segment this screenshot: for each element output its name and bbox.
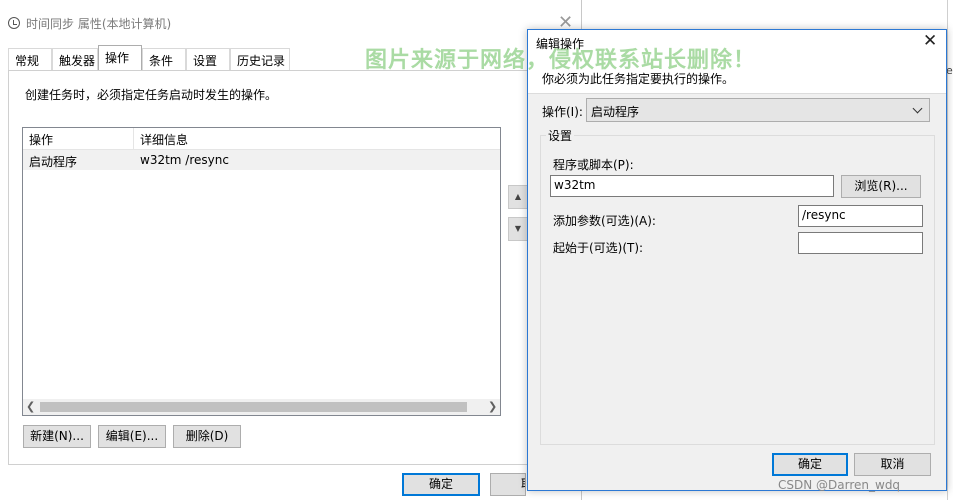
tab-history[interactable]: 历史记录 xyxy=(230,48,290,70)
row-details: w32tm /resync xyxy=(140,153,229,167)
dialog-close-button[interactable]: ✕ xyxy=(923,31,937,51)
csdn-credit: CSDN @Darren_wdq xyxy=(778,478,901,492)
column-header-details[interactable]: 详细信息 xyxy=(140,131,188,148)
program-input[interactable]: w32tm xyxy=(550,175,834,197)
edge-text: er xyxy=(946,64,953,77)
browse-button[interactable]: 浏览(R)... xyxy=(841,175,921,198)
dialog-ok-button[interactable]: 确定 xyxy=(772,453,848,476)
title-bar: 时间同步 属性(本地计算机) ✕ xyxy=(0,8,582,36)
scroll-right-icon[interactable]: ❯ xyxy=(488,400,497,413)
tab-triggers[interactable]: 触发器 xyxy=(52,48,98,70)
edit-action-button[interactable]: 编辑(E)... xyxy=(98,425,166,448)
move-down-button[interactable]: ▼ xyxy=(508,217,528,241)
start-in-input[interactable] xyxy=(798,232,923,254)
delete-action-button[interactable]: 删除(D) xyxy=(173,425,241,448)
actions-description: 创建任务时，必须指定任务启动时发生的操作。 xyxy=(25,88,278,102)
tab-conditions[interactable]: 条件 xyxy=(142,48,186,70)
new-action-button[interactable]: 新建(N)... xyxy=(23,425,91,448)
ok-button[interactable]: 确定 xyxy=(402,473,480,496)
column-separator xyxy=(133,128,134,149)
watermark-text: 图片来源于网络，侵权联系站长删除！ xyxy=(365,48,757,73)
tab-settings[interactable]: 设置 xyxy=(186,48,230,70)
clock-icon xyxy=(8,17,20,29)
tab-general[interactable]: 常规 xyxy=(8,48,52,70)
actions-table[interactable]: 操作 详细信息 启动程序 w32tm /resync ❮ ❯ xyxy=(22,127,501,416)
start-in-label: 起始于(可选)(T): xyxy=(553,241,644,255)
row-action: 启动程序 xyxy=(29,155,78,169)
program-label: 程序或脚本(P): xyxy=(553,158,634,172)
window-title: 时间同步 属性(本地计算机) xyxy=(26,17,172,31)
scroll-left-icon[interactable]: ❮ xyxy=(26,400,35,413)
dialog-divider xyxy=(528,93,946,94)
arguments-input[interactable]: /resync xyxy=(798,205,923,227)
move-up-button[interactable]: ▲ xyxy=(508,185,528,209)
horizontal-scrollbar[interactable]: ❮ ❯ xyxy=(23,399,500,415)
dialog-cancel-button[interactable]: 取消 xyxy=(854,453,931,476)
action-dropdown[interactable]: 启动程序 xyxy=(586,98,930,122)
cancel-button[interactable]: 取 xyxy=(490,473,526,496)
scroll-thumb[interactable] xyxy=(40,402,467,412)
table-row[interactable]: 启动程序 w32tm /resync xyxy=(23,150,500,170)
arguments-label: 添加参数(可选)(A): xyxy=(553,214,656,228)
edit-action-dialog: 编辑操作 ✕ 你必须为此任务指定要执行的操作。 操作(I): 启动程序 设置 程… xyxy=(527,29,947,491)
chevron-down-icon xyxy=(912,103,923,114)
action-label: 操作(I): xyxy=(542,105,583,119)
settings-legend: 设置 xyxy=(546,127,575,144)
action-dropdown-value: 启动程序 xyxy=(591,105,640,119)
task-properties-window: 时间同步 属性(本地计算机) ✕ 常规 触发器 操作 条件 设置 历史记录 创建… xyxy=(0,0,582,500)
column-header-action[interactable]: 操作 xyxy=(29,131,53,148)
tab-actions[interactable]: 操作 xyxy=(98,45,142,70)
